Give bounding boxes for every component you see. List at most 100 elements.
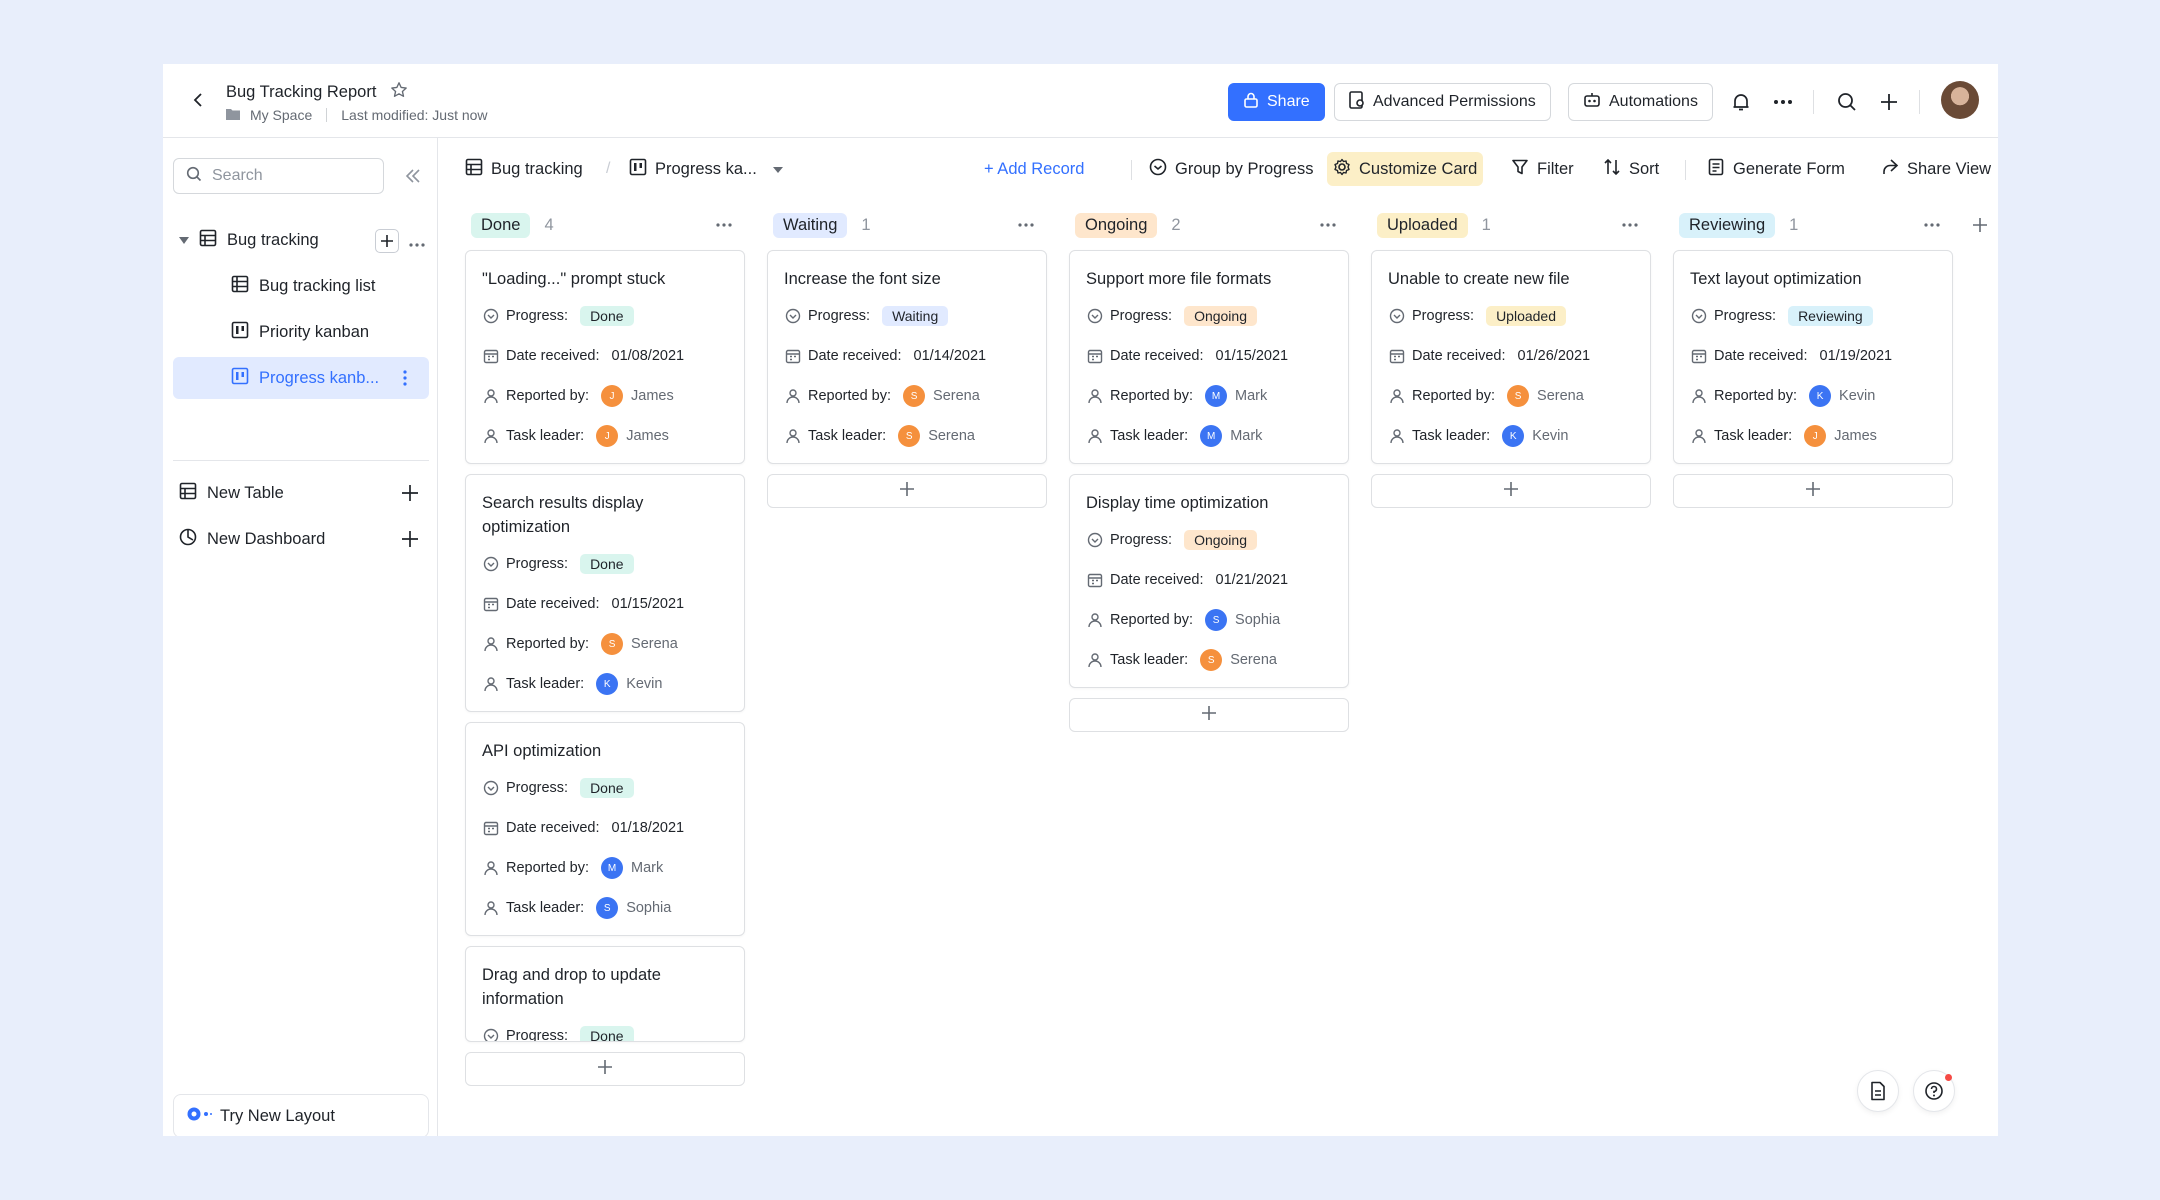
more-icon[interactable]: [1919, 212, 1945, 238]
column-status-tag[interactable]: Waiting: [773, 212, 848, 238]
form-icon: [1707, 158, 1725, 181]
card-list: Increase the font size Progress: Waiting Da…: [767, 250, 1047, 464]
date-field: Date received: 01/14/2021: [784, 341, 1030, 371]
table-tab[interactable]: Bug tracking: [459, 152, 589, 186]
share-button[interactable]: Share: [1228, 83, 1325, 121]
record-card[interactable]: Increase the font size Progress: Waiting Da…: [767, 250, 1047, 464]
column-status-tag[interactable]: Reviewing: [1679, 212, 1776, 238]
help-icon[interactable]: [1913, 1070, 1955, 1112]
add-card-button[interactable]: [1673, 474, 1953, 508]
group-by-button[interactable]: Group by Progress: [1143, 152, 1319, 186]
card-list: Text layout optimization Progress: Reviewi…: [1673, 250, 1953, 464]
record-card[interactable]: API optimization Progress: Done Date receiv…: [465, 722, 745, 936]
add-record-button[interactable]: + Add Record: [978, 152, 1090, 186]
record-card[interactable]: Text layout optimization Progress: Reviewi…: [1673, 250, 1953, 464]
filter-button[interactable]: Filter: [1505, 152, 1580, 186]
add-column-icon[interactable]: [1967, 212, 1993, 238]
person-chip: M Mark: [601, 857, 663, 879]
column-status-tag[interactable]: Done: [471, 212, 531, 238]
more-icon[interactable]: [1769, 88, 1797, 116]
more-icon[interactable]: [711, 212, 737, 238]
column-status-tag[interactable]: Ongoing: [1075, 212, 1158, 238]
date-field: Date received: 01/15/2021: [1086, 341, 1332, 371]
more-icon[interactable]: [1013, 212, 1039, 238]
column-header: Reviewing 1: [1673, 200, 1953, 250]
caret-down-icon[interactable]: [179, 231, 189, 250]
field-label: Date received:: [1714, 348, 1808, 364]
column-count: 1: [1481, 215, 1491, 234]
record-card[interactable]: Display time optimization Progress: Ongoin…: [1069, 474, 1349, 688]
document-icon[interactable]: [1857, 1070, 1899, 1112]
leader-field: Task leader: K Kevin: [482, 669, 728, 699]
avatar: S: [1205, 609, 1228, 631]
person-chip: K Kevin: [1809, 385, 1875, 407]
advanced-permissions-button[interactable]: Advanced Permissions: [1334, 83, 1551, 121]
add-view-icon[interactable]: [375, 229, 399, 253]
column-header: Uploaded 1: [1371, 200, 1651, 250]
more-icon[interactable]: [409, 233, 425, 252]
plus-icon[interactable]: [401, 530, 419, 553]
calendar-icon: [784, 347, 802, 365]
avatar[interactable]: [1941, 81, 1979, 119]
permission-icon: [1349, 90, 1365, 114]
avatar: M: [1205, 385, 1228, 407]
sidebar-item-base[interactable]: Bug tracking: [173, 219, 429, 261]
view-selector[interactable]: Progress ka...: [623, 152, 789, 186]
record-card[interactable]: Search results display optimization Progr…: [465, 474, 745, 712]
sidebar-item-new-dashboard[interactable]: New Dashboard: [173, 518, 429, 560]
field-label: Progress:: [506, 780, 569, 796]
sidebar-item-priority-kanban[interactable]: Priority kanban: [173, 311, 429, 353]
automations-button[interactable]: Automations: [1568, 83, 1713, 121]
space-name[interactable]: My Space: [250, 107, 312, 123]
search-input[interactable]: Search: [173, 158, 384, 194]
sort-button[interactable]: Sort: [1597, 152, 1665, 186]
star-icon[interactable]: [390, 81, 408, 104]
column-header: Waiting 1: [767, 200, 1047, 250]
add-card-button[interactable]: [1371, 474, 1651, 508]
user-icon: [1086, 651, 1104, 669]
search-placeholder: Search: [212, 167, 263, 184]
search-icon[interactable]: [1833, 88, 1861, 116]
sidebar-item-label: New Dashboard: [207, 529, 326, 548]
person-chip: S Serena: [601, 633, 678, 655]
table-icon: [179, 482, 197, 505]
add-card-button[interactable]: [767, 474, 1047, 508]
person-chip: J James: [1804, 425, 1877, 447]
sidebar-item-progress-kanban[interactable]: Progress kanb...: [173, 357, 429, 399]
record-card[interactable]: Drag and drop to update information Progr…: [465, 946, 745, 1042]
sort-icon: [1603, 158, 1621, 181]
calendar-icon: [1690, 347, 1708, 365]
try-new-layout-button[interactable]: Try New Layout: [173, 1094, 429, 1136]
record-card[interactable]: Unable to create new file Progress: Upload…: [1371, 250, 1651, 464]
share-view-button[interactable]: Share View: [1875, 152, 1997, 186]
sidebar-item-bug-tracking-list[interactable]: Bug tracking list: [173, 265, 429, 307]
more-icon[interactable]: [1617, 212, 1643, 238]
customize-card-button[interactable]: Customize Card: [1327, 152, 1484, 186]
user-icon: [482, 675, 500, 693]
field-label: Progress:: [1110, 532, 1173, 548]
column-status-tag[interactable]: Uploaded: [1377, 212, 1468, 238]
plus-icon: [899, 481, 915, 502]
card-title: Display time optimization: [1086, 494, 1269, 512]
record-card[interactable]: Support more file formats Progress: Ongoin…: [1069, 250, 1349, 464]
sidebar-item-new-table[interactable]: New Table: [173, 472, 429, 514]
user-icon: [1388, 387, 1406, 405]
add-card-button[interactable]: [465, 1052, 745, 1086]
add-card-button[interactable]: [1069, 698, 1349, 732]
card-title: Increase the font size: [784, 270, 941, 288]
plus-icon[interactable]: [401, 484, 419, 507]
collapse-sidebar-icon[interactable]: [399, 162, 427, 190]
generate-form-button[interactable]: Generate Form: [1701, 152, 1851, 186]
plus-icon[interactable]: [1875, 88, 1903, 116]
record-card[interactable]: "Loading..." prompt stuck Progress: Done Da…: [465, 250, 745, 464]
bell-icon[interactable]: [1727, 88, 1755, 116]
person-chip: M Mark: [1200, 425, 1262, 447]
vertical-more-icon[interactable]: [403, 370, 407, 391]
slash-separator: /: [606, 160, 611, 177]
date-value: 01/19/2021: [1819, 348, 1893, 364]
back-icon[interactable]: [185, 86, 213, 114]
leader-field: Task leader: S Serena: [784, 421, 1030, 451]
field-label: Progress:: [1412, 308, 1475, 324]
more-icon[interactable]: [1315, 212, 1341, 238]
progress-tag: Done: [580, 306, 634, 326]
